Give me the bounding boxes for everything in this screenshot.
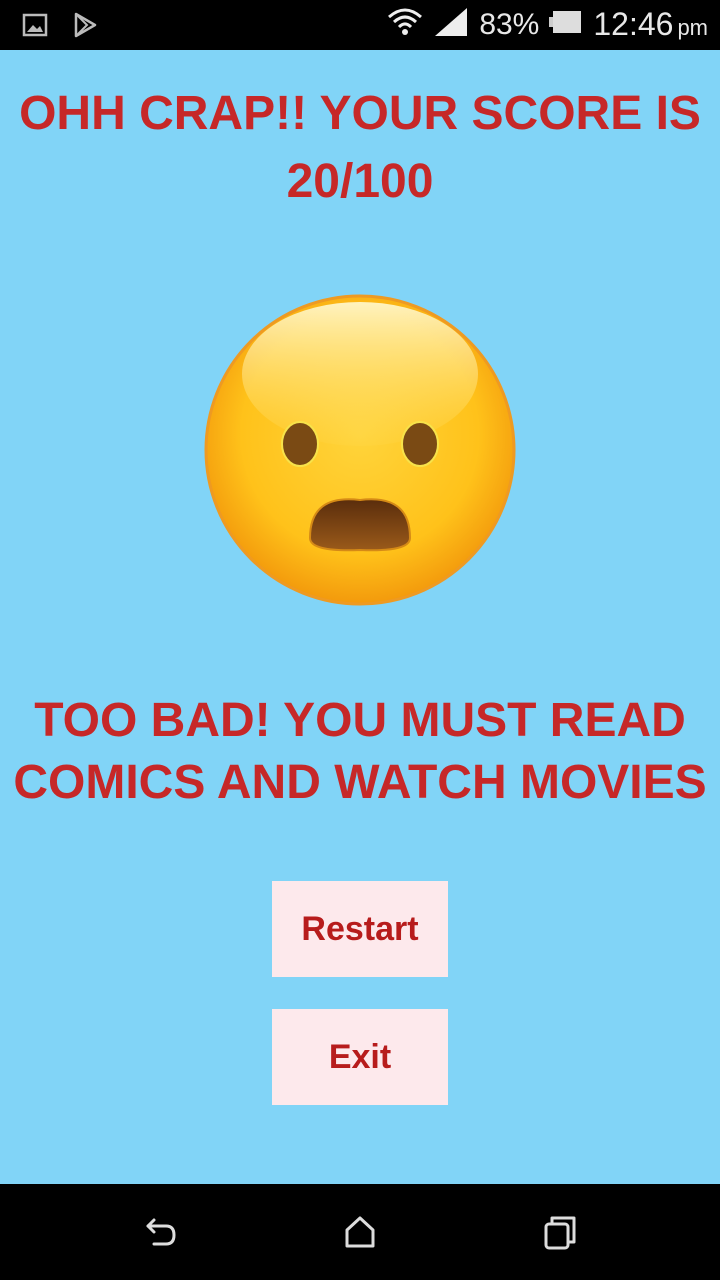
score-headline: OHH CRAP!! YOUR SCORE IS 20/100	[19, 87, 701, 208]
clock-time: 12:46	[593, 6, 674, 42]
restart-button[interactable]: Restart	[272, 881, 448, 977]
wifi-icon	[387, 7, 423, 42]
gallery-icon	[22, 12, 48, 43]
home-icon[interactable]	[340, 1212, 380, 1252]
exit-button[interactable]: Exit	[272, 1009, 448, 1105]
play-store-icon	[72, 12, 98, 43]
battery-icon	[549, 9, 583, 40]
battery-percent: 83%	[479, 7, 540, 41]
recents-icon[interactable]	[540, 1212, 580, 1252]
status-bar: 83% 12:46 pm	[0, 0, 720, 50]
back-icon[interactable]	[140, 1212, 180, 1252]
signal-icon	[433, 6, 469, 43]
navigation-bar	[0, 1184, 720, 1280]
clock: 12:46 pm	[593, 6, 708, 43]
result-message: TOO BAD! YOU MUST READ COMICS AND WATCH …	[13, 694, 707, 809]
clock-ampm: pm	[677, 15, 708, 40]
frowning-face-icon	[204, 294, 516, 606]
result-screen: OHH CRAP!! YOUR SCORE IS 20/100 TOO BAD!…	[0, 50, 720, 1184]
